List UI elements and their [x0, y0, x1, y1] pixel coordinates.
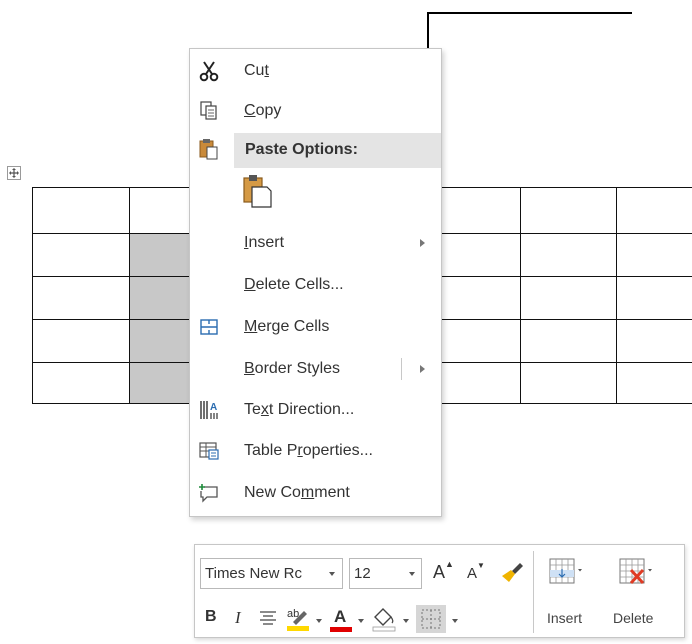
menu-item-insert[interactable]: Insert [190, 223, 441, 263]
scissors-icon [198, 60, 220, 82]
menu-item-border-styles[interactable]: Border Styles [190, 349, 441, 389]
menu-item-label: Merge Cells [244, 318, 330, 335]
chevron-down-icon[interactable] [316, 619, 322, 623]
table-properties-icon [198, 440, 220, 462]
menu-item-new-comment[interactable]: New Comment [190, 473, 441, 513]
chevron-down-icon[interactable] [358, 619, 364, 623]
format-painter-button[interactable] [498, 559, 524, 585]
menu-item-label: Cut [244, 62, 269, 79]
new-comment-icon [198, 482, 220, 504]
insert-label: Insert [547, 610, 583, 626]
delete-label: Delete [613, 610, 654, 626]
bold-button[interactable]: B [205, 608, 223, 630]
shading-button[interactable] [371, 605, 397, 633]
font-size-combobox[interactable]: 12 [349, 558, 422, 589]
menu-item-delete-cells[interactable]: Delete Cells... [190, 265, 441, 305]
chevron-down-icon[interactable] [403, 619, 409, 623]
paste-options-header: Paste Options: [234, 133, 441, 168]
menu-item-text-direction[interactable]: A Text Direction... [190, 390, 441, 430]
center-align-button[interactable] [259, 610, 279, 628]
menu-item-label: Insert [244, 234, 285, 251]
insert-rows-icon [549, 558, 582, 584]
chevron-down-icon[interactable] [452, 619, 458, 623]
clipboard-icon [198, 137, 220, 160]
split-divider [401, 358, 402, 380]
paste-keep-formatting-icon [243, 175, 272, 208]
grow-font-button[interactable]: A ▲ [433, 559, 455, 586]
menu-item-label: New Comment [244, 484, 350, 501]
submenu-arrow-icon [420, 239, 425, 247]
highlighter-icon: ab [287, 608, 309, 631]
copy-icon [198, 100, 220, 122]
menu-item-merge-cells[interactable]: Merge Cells [190, 307, 441, 347]
svg-text:A: A [210, 402, 217, 413]
font-color-swatch [330, 627, 352, 632]
menu-item-table-properties[interactable]: Table Properties... [190, 431, 441, 471]
chevron-down-icon [409, 572, 415, 576]
mini-toolbar: Times New Rc 12 A ▲ A ▼ Insert Delete B … [194, 544, 685, 638]
menu-item-label: Border Styles [244, 360, 341, 377]
menu-item-label: Text Direction... [244, 401, 355, 418]
font-name-combobox[interactable]: Times New Rc [200, 558, 343, 589]
insert-table-button[interactable]: Insert [541, 553, 603, 633]
paint-bucket-icon [372, 608, 396, 632]
submenu-arrow-icon[interactable] [420, 365, 425, 373]
chevron-down-icon [329, 572, 335, 576]
align-center-icon [260, 611, 276, 625]
menu-item-cut[interactable]: Cut [190, 51, 441, 91]
toolbar-separator [533, 551, 534, 633]
delete-table-button[interactable]: Delete [611, 553, 681, 633]
context-menu: Cut Copy Paste Options: Insert Delete Ce… [189, 48, 442, 517]
menu-item-copy[interactable]: Copy [190, 91, 441, 131]
font-color-button[interactable]: A [330, 605, 352, 633]
borders-button[interactable] [416, 605, 446, 633]
format-painter-icon [502, 563, 523, 582]
menu-item-label: Table Properties... [244, 442, 373, 459]
menu-item-label: Delete Cells... [244, 276, 344, 293]
shrink-font-button[interactable]: A ▼ [467, 561, 487, 587]
text-direction-icon: A [198, 399, 220, 421]
menu-item-label: Copy [244, 102, 282, 119]
italic-button[interactable]: I [235, 608, 253, 630]
delete-table-icon [619, 558, 652, 585]
borders-icon [421, 609, 441, 629]
highlight-button[interactable]: ab [285, 605, 311, 633]
paste-keep-formatting-button[interactable] [238, 173, 274, 209]
merge-cells-icon [198, 316, 220, 338]
